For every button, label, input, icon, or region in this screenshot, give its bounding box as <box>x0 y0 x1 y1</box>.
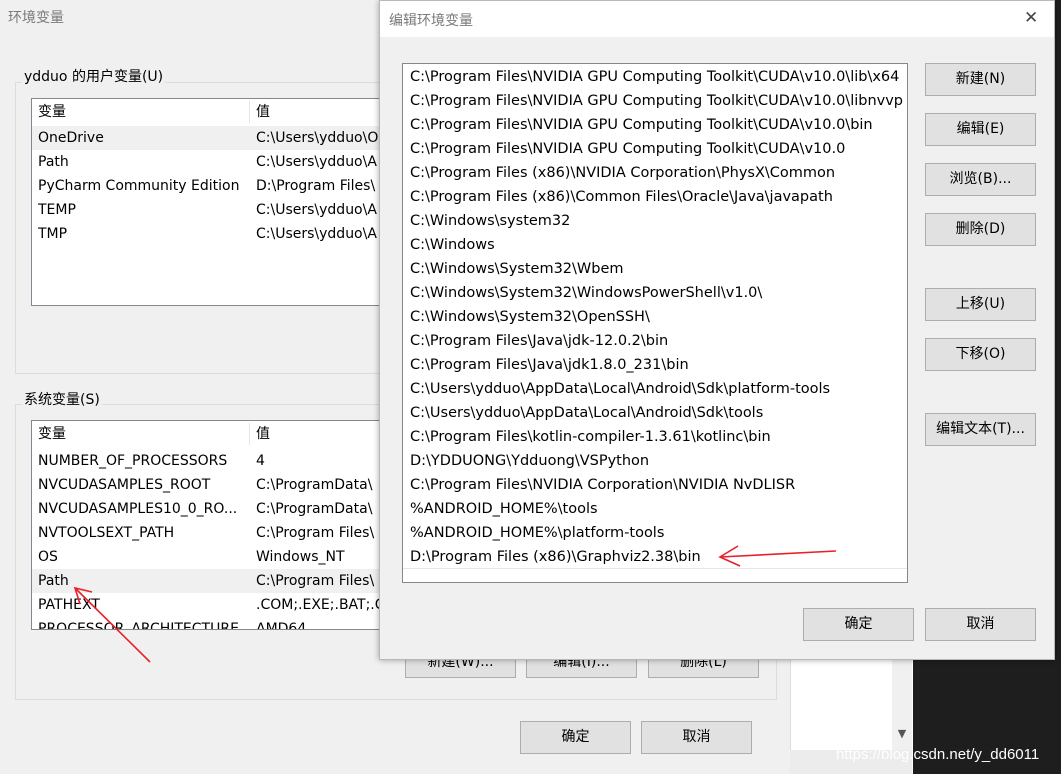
annotation-arrows <box>73 545 837 663</box>
arrow-to-path-row <box>74 587 151 663</box>
watermark-text: https://blog.csdn.net/y_dd6011 <box>836 746 1040 763</box>
arrow-to-graphviz-entry <box>719 550 837 558</box>
